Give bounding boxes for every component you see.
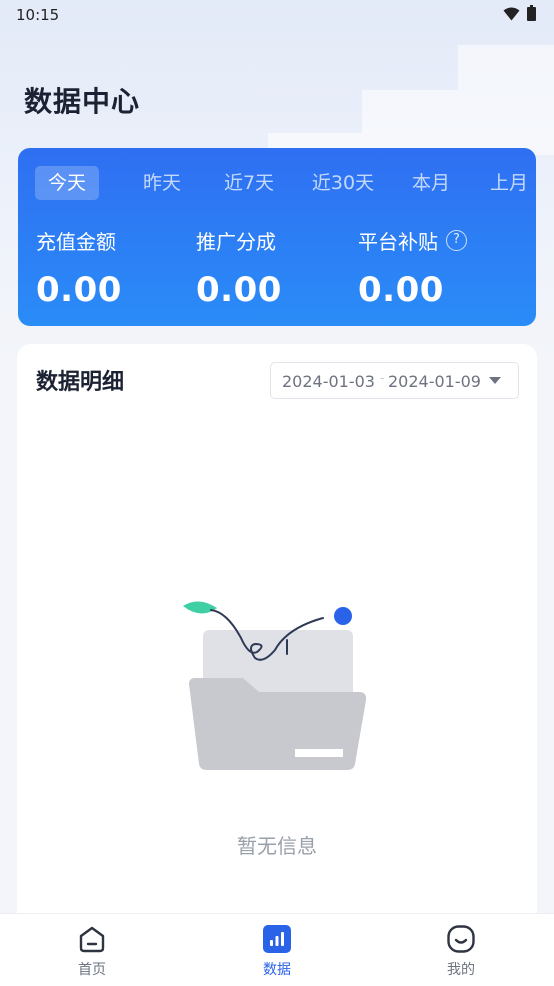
wifi-icon — [503, 7, 520, 21]
page-title: 数据中心 — [24, 85, 141, 118]
nav-item-data[interactable]: 数据 — [222, 914, 332, 986]
metric-label: 推广分成 — [196, 229, 276, 254]
tab-last-30-days[interactable]: 近30天 — [308, 166, 378, 200]
period-tabs: 今天 昨天 近7天 近30天 本月 上月 — [35, 166, 528, 200]
nav-label: 我的 — [447, 962, 475, 978]
date-end: 2024-01-09 — [388, 372, 481, 391]
metric-platform-subsidy: 平台补贴 ? 0.00 — [358, 226, 467, 310]
nav-label: 数据 — [263, 962, 291, 978]
summary-card: 今天 昨天 近7天 近30天 本月 上月 充值金额 0.00 推广分成 0.00… — [18, 148, 536, 326]
detail-title: 数据明细 — [36, 370, 125, 395]
metric-recharge-amount: 充值金额 0.00 — [36, 226, 122, 311]
bottom-nav: 首页 数据 我的 — [0, 913, 554, 986]
chevron-down-icon — [489, 377, 501, 384]
screen: 10:15 数据中心 今天 昨天 近7天 近30天 本月 上月 充值金额 0.0… — [0, 0, 554, 986]
background-decoration — [458, 45, 554, 155]
nav-item-mine[interactable]: 我的 — [406, 914, 516, 986]
tab-today[interactable]: 今天 — [35, 166, 99, 200]
metric-label: 平台补贴 — [358, 229, 438, 254]
date-start: 2024-01-03 — [282, 372, 375, 391]
empty-folder-illustration — [183, 601, 367, 770]
battery-icon — [527, 5, 536, 21]
date-range-picker[interactable]: 2024-01-03 - 2024-01-09 — [270, 362, 519, 399]
detail-card: 数据明细 2024-01-03 - 2024-01-09 暂无信息 — [17, 344, 537, 924]
bar-chart-icon — [263, 925, 291, 953]
background-decoration — [362, 90, 458, 155]
smiley-face-icon — [447, 925, 475, 953]
tab-yesterday[interactable]: 昨天 — [140, 166, 184, 200]
metric-promotion-share: 推广分成 0.00 — [196, 226, 282, 311]
nav-label: 首页 — [78, 962, 106, 978]
nav-item-home[interactable]: 首页 — [37, 914, 147, 986]
status-time: 10:15 — [16, 6, 60, 24]
metric-value: 0.00 — [358, 270, 444, 310]
metric-value: 0.00 — [196, 270, 282, 310]
tab-last-month[interactable]: 上月 — [487, 166, 531, 200]
empty-state-text: 暂无信息 — [237, 834, 317, 858]
metric-label: 充值金额 — [36, 229, 116, 254]
status-bar: 10:15 — [0, 0, 554, 30]
question-mark-icon[interactable]: ? — [446, 229, 467, 251]
home-icon — [79, 926, 105, 953]
date-separator: - — [380, 371, 385, 385]
tab-last-7-days[interactable]: 近7天 — [219, 166, 279, 200]
tab-this-month[interactable]: 本月 — [409, 166, 453, 200]
metric-value: 0.00 — [36, 270, 122, 310]
